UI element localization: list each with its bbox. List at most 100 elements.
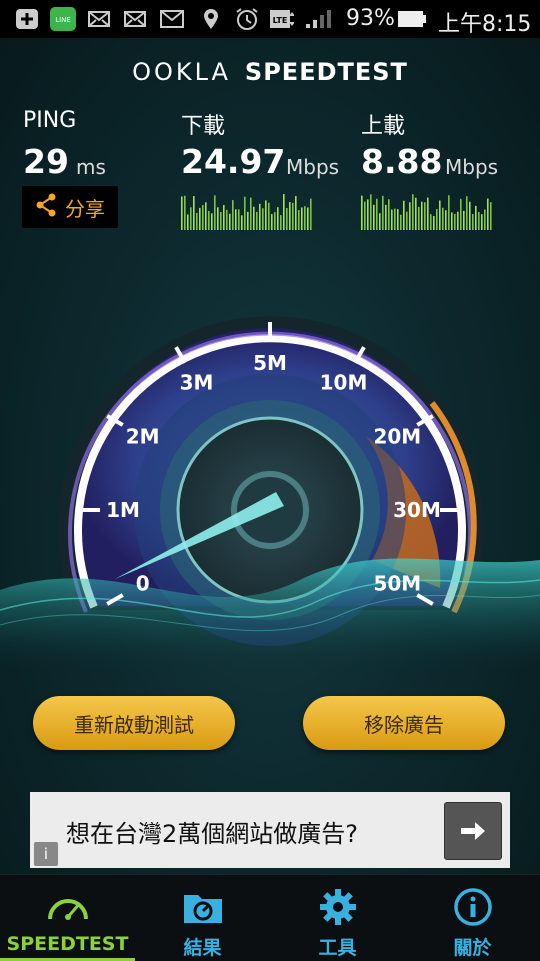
nav-speedtest[interactable]: SPEEDTEST — [0, 875, 135, 961]
sparkline-bar — [439, 200, 441, 230]
gauge-tick-label: 0 — [136, 572, 150, 596]
sparkline-bar — [280, 215, 282, 230]
sparkline-bar — [370, 194, 372, 230]
sparkline-bar — [301, 207, 303, 230]
nav-about[interactable]: 關於 — [405, 875, 540, 961]
sparkline-bar — [490, 202, 492, 230]
download-sparkline — [181, 194, 312, 230]
brand-speedtest: SPEEDTEST — [244, 58, 408, 86]
sparkline-bar — [283, 194, 285, 230]
sparkline-bar — [481, 214, 483, 230]
alarm-icon — [234, 8, 260, 30]
share-icon — [35, 193, 57, 222]
ad-text: 想在台灣2萬個網站做廣告? — [66, 820, 359, 848]
sparkline-bar — [469, 201, 471, 230]
nav-results[interactable]: 結果 — [135, 875, 270, 961]
upload-sparkline — [361, 194, 492, 230]
sparkline-bar — [244, 196, 246, 230]
plus-icon — [14, 8, 40, 30]
sparkline-bar — [226, 209, 228, 230]
sparkline-bar — [289, 202, 291, 230]
sparkline-bar — [214, 195, 216, 230]
sparkline-bar — [202, 204, 204, 230]
sparkline-bar — [454, 213, 456, 230]
sparkline-bar — [229, 213, 231, 230]
sparkline-bar — [394, 208, 396, 230]
sparkline-bar — [400, 214, 402, 230]
sparkline-bar — [184, 195, 186, 230]
gauge-tick-label: 50M — [373, 572, 421, 596]
sparkline-bar — [262, 208, 264, 230]
download-value: 24.97 — [181, 142, 286, 181]
remove-ads-button[interactable]: 移除廣告 — [303, 696, 505, 750]
brand-ookla: OOKLA — [132, 58, 231, 86]
info-icon[interactable]: i — [34, 842, 58, 866]
restart-test-button[interactable]: 重新啟動測試 — [33, 696, 235, 750]
sparkline-bar — [367, 199, 369, 230]
sparkline-bar — [274, 212, 276, 230]
sparkline-bar — [442, 207, 444, 230]
upload-value: 8.88 — [361, 142, 443, 181]
sparkline-bar — [250, 197, 252, 230]
sparkline-bar — [193, 196, 195, 230]
line-icon: LINE — [50, 7, 76, 31]
sparkline-bar — [385, 204, 387, 230]
sparkline-bar — [259, 203, 261, 230]
sparkline-bar — [292, 202, 294, 230]
sparkline-bar — [421, 201, 423, 230]
gauge-tick-label: 2M — [126, 425, 160, 449]
gauge-tick-label: 3M — [180, 371, 214, 395]
sparkline-bar — [388, 199, 390, 230]
sparkline-bar — [412, 194, 414, 230]
sparkline-bar — [271, 214, 273, 230]
sparkline-bar — [187, 214, 189, 230]
sparkline-bar — [253, 206, 255, 230]
sparkline-bar — [427, 197, 429, 230]
download-unit: Mbps — [286, 155, 340, 179]
sparkline-bar — [418, 206, 420, 230]
share-label: 分享 — [65, 196, 105, 221]
sparkline-bar — [304, 206, 306, 230]
sparkline-bar — [277, 207, 279, 230]
ad-banner[interactable]: 想在台灣2萬個網站做廣告? i — [30, 792, 510, 868]
battery-percent: 93% — [346, 6, 395, 31]
gear-icon — [270, 887, 405, 927]
sparkline-bar — [475, 205, 477, 230]
sparkline-bar — [256, 211, 258, 230]
sparkline-bar — [247, 211, 249, 230]
sparkline-bar — [199, 207, 201, 230]
folder-gauge-icon — [135, 887, 270, 927]
sparkline-bar — [382, 195, 384, 230]
sparkline-bar — [451, 212, 453, 230]
sparkline-bar — [295, 196, 297, 230]
sparkline-bar — [472, 214, 474, 230]
nav-about-label: 關於 — [453, 937, 492, 959]
clock: 上午8:15 — [438, 12, 532, 37]
ping-value: 29 — [23, 142, 69, 181]
arrow-right-icon[interactable] — [444, 802, 502, 860]
app-logo: OOKLA SPEEDTEST — [0, 58, 540, 86]
sparkline-bar — [373, 204, 375, 230]
sparkline-bar — [376, 198, 378, 230]
location-icon — [202, 8, 220, 30]
sparkline-bar — [448, 195, 450, 230]
sparkline-bar — [463, 210, 465, 230]
sparkline-bar — [436, 209, 438, 230]
bottom-nav: SPEEDTEST 結果 工具 關於 — [0, 874, 540, 961]
sparkline-bar — [211, 213, 213, 230]
nav-tools[interactable]: 工具 — [270, 875, 405, 961]
sparkline-bar — [466, 196, 468, 230]
sparkline-bar — [391, 209, 393, 230]
gauge-tick-label: 30M — [393, 498, 441, 522]
sparkline-bar — [397, 209, 399, 230]
ping-label: PING — [23, 108, 77, 133]
sparkline-bar — [241, 215, 243, 230]
share-button[interactable]: 分享 — [22, 186, 118, 228]
mail-icon — [88, 8, 110, 30]
sparkline-bar — [238, 209, 240, 230]
svg-text:LTE: LTE — [273, 16, 288, 25]
speed-gauge: 0 1M 2M 3M 5M 10M 20M 30M 50M — [0, 316, 540, 670]
sparkline-bar — [364, 201, 366, 230]
sparkline-bar — [403, 200, 405, 230]
sparkline-bar — [268, 202, 270, 230]
